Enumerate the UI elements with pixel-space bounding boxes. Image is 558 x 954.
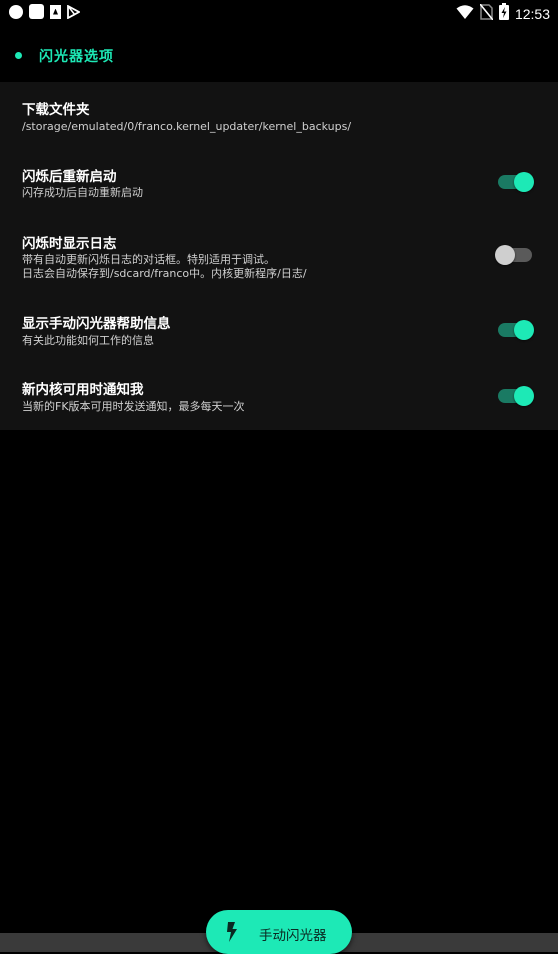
play-store-icon: [67, 4, 80, 19]
setting-title: 闪烁后重新启动: [22, 169, 117, 185]
notification-circle-icon: [9, 4, 23, 19]
section-dot-icon: [15, 52, 22, 59]
manual-flasher-button[interactable]: 手动闪光器: [206, 910, 352, 954]
status-bar-left: [9, 4, 80, 19]
setting-subtitle-line-1: 带有自动更新闪烁日志的对话框。特别适用于调试。: [22, 253, 275, 266]
section-header: 闪光器选项: [0, 40, 558, 72]
switch-thumb: [514, 386, 534, 406]
setting-title: 闪烁时显示日志: [22, 236, 117, 252]
setting-title: 显示手动闪光器帮助信息: [22, 316, 171, 332]
setting-manual-flasher-help[interactable]: 显示手动闪光器帮助信息 有关此功能如何工作的信息: [0, 296, 558, 362]
setting-subtitle: 闪存成功后自动重新启动: [22, 186, 143, 199]
section-title: 闪光器选项: [39, 49, 114, 65]
wifi-icon: [456, 4, 474, 24]
switch-thumb: [514, 172, 534, 192]
document-icon: [50, 4, 61, 19]
notify-toggle-switch[interactable]: [498, 386, 534, 406]
settings-card: 下载文件夹 /storage/emulated/0/franco.kernel_…: [0, 82, 558, 430]
setting-reboot-after-flash[interactable]: 闪烁后重新启动 闪存成功后自动重新启动: [0, 148, 558, 216]
switch-thumb: [514, 320, 534, 340]
flash-icon: [225, 922, 239, 946]
switch-thumb: [495, 245, 515, 265]
setting-subtitle: 有关此功能如何工作的信息: [22, 334, 154, 347]
manual-flasher-label: 手动闪光器: [259, 928, 327, 944]
setting-show-log[interactable]: 闪烁时显示日志 带有自动更新闪烁日志的对话框。特别适用于调试。 日志会自动保存到…: [0, 216, 558, 296]
setting-download-folder[interactable]: 下载文件夹 /storage/emulated/0/franco.kernel_…: [0, 82, 558, 148]
manual-help-toggle-switch[interactable]: [498, 320, 534, 340]
reboot-toggle-switch[interactable]: [498, 172, 534, 192]
setting-subtitle: /storage/emulated/0/franco.kernel_update…: [22, 120, 352, 133]
setting-subtitle-line-2: 日志会自动保存到/sdcard/franco中。内核更新程序/日志/: [22, 267, 307, 280]
setting-notify-new-kernel[interactable]: 新内核可用时通知我 当新的FK版本可用时发送通知，最多每天一次: [0, 362, 558, 430]
no-sim-icon: [479, 2, 494, 24]
status-bar: 12:53: [0, 0, 558, 24]
show-log-toggle-switch[interactable]: [495, 245, 532, 265]
notification-square-icon: [29, 4, 44, 19]
battery-charging-icon: [498, 3, 509, 24]
setting-subtitle: 当新的FK版本可用时发送通知，最多每天一次: [22, 400, 245, 413]
status-time: 12:53: [514, 5, 550, 22]
setting-title: 新内核可用时通知我: [22, 382, 144, 398]
status-bar-right: 12:53: [456, 2, 550, 24]
setting-title: 下载文件夹: [22, 102, 90, 118]
